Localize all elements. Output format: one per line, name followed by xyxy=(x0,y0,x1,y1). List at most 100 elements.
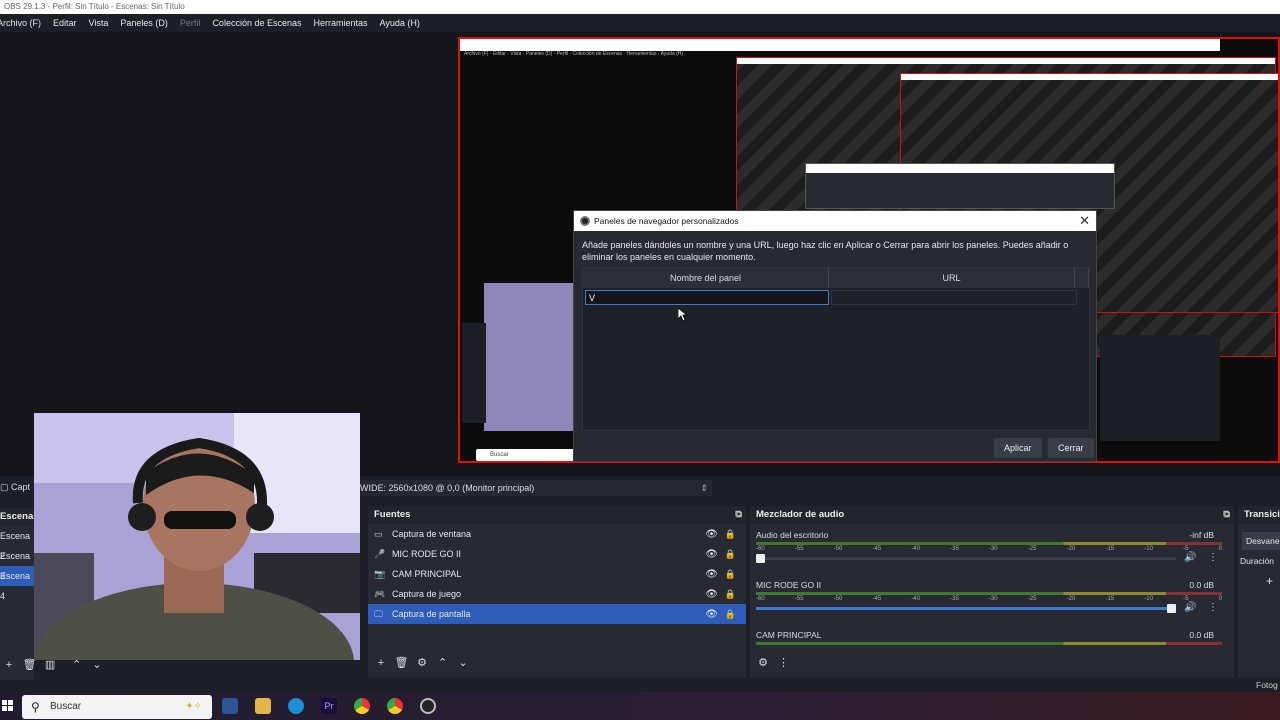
edge-icon[interactable] xyxy=(288,698,304,714)
mini-scenes xyxy=(462,323,486,423)
apply-button[interactable]: Aplicar xyxy=(994,438,1042,458)
menu-ayuda[interactable]: Ayuda (H) xyxy=(380,14,420,32)
more-icon[interactable]: ⋮ xyxy=(1208,602,1218,613)
mini-dialog xyxy=(805,163,1115,209)
scale-tick: -20 xyxy=(1066,546,1076,552)
volume-slider[interactable] xyxy=(756,554,1176,563)
move-down-button[interactable]: ⌄ xyxy=(454,654,472,672)
scale-tick: -35 xyxy=(950,596,959,602)
volume-slider[interactable] xyxy=(756,604,1176,613)
scale-tick: -45 xyxy=(872,546,882,552)
source-label: Captura de pantalla xyxy=(392,609,471,619)
menu-bar: Archivo (F) Editar Vista Paneles (D) Per… xyxy=(0,14,1280,32)
scale-tick: 0 xyxy=(1218,596,1222,602)
eye-icon[interactable]: 👁 xyxy=(705,609,718,620)
more-icon[interactable]: ⋮ xyxy=(775,654,793,672)
gear-icon[interactable]: ⚙ xyxy=(413,654,431,672)
add-source-button[interactable]: + xyxy=(372,654,390,672)
source-label: CAM PRINCIPAL xyxy=(392,569,462,579)
eye-icon[interactable]: 👁 xyxy=(705,549,718,560)
menu-coleccion-escenas[interactable]: Colección de Escenas xyxy=(212,14,301,32)
scale-tick: -25 xyxy=(1027,546,1037,552)
chevron-updown-icon: ⇕ xyxy=(700,483,708,493)
mini-menubar: Archivo (F) · Editar · Vista · Paneles (… xyxy=(464,51,684,57)
source-item[interactable]: 🎮 Captura de juego 👁 🔒 xyxy=(368,584,746,604)
meter-scale: -60 -55 -50 -45 -40 -35 -30 -25 -20 -15 -10 -5 0 xyxy=(756,546,1222,552)
gear-icon[interactable]: ⚙ xyxy=(754,654,772,672)
windows-start-icon[interactable] xyxy=(2,700,14,712)
chrome-icon[interactable] xyxy=(387,698,403,714)
volume-meter xyxy=(756,542,1222,545)
undock-icon[interactable]: ⧉ xyxy=(1223,506,1230,524)
menu-vista[interactable]: Vista xyxy=(89,14,109,32)
scale-tick: -40 xyxy=(911,596,920,602)
mic-icon: 🎤 xyxy=(374,548,386,559)
duration-label: Duración xyxy=(1240,556,1275,566)
custom-browser-docks-dialog: Paneles de navegador personalizados ✕ Añ… xyxy=(573,210,1097,462)
scale-tick: -60 xyxy=(756,546,765,552)
status-fps: Fotog xyxy=(1256,680,1278,690)
menu-paneles[interactable]: Paneles (D) xyxy=(120,14,168,32)
add-scene-button[interactable]: + xyxy=(0,656,18,674)
menu-herramientas[interactable]: Herramientas xyxy=(314,14,368,32)
panels-table: Nombre del panel URL xyxy=(582,267,1090,431)
close-button[interactable]: Cerrar xyxy=(1048,438,1094,458)
chrome-icon[interactable] xyxy=(354,698,370,714)
scale-tick: -45 xyxy=(872,596,882,602)
move-up-button[interactable]: ⌃ xyxy=(434,654,452,672)
panel-url-input[interactable] xyxy=(831,290,1077,305)
scale-tick: -60 xyxy=(756,596,765,602)
mixer-dock-title: Mezclador de audio ⧉ xyxy=(750,506,1234,524)
scale-tick: -40 xyxy=(911,546,920,552)
col-header-url[interactable]: URL xyxy=(829,268,1075,288)
lock-icon[interactable]: 🔒 xyxy=(725,569,736,580)
trash-icon[interactable]: 🗑 xyxy=(393,654,411,672)
eye-icon[interactable]: 👁 xyxy=(705,589,718,600)
undock-icon[interactable]: ⧉ xyxy=(735,506,742,524)
scene-item[interactable]: Escena 2 xyxy=(0,526,34,561)
obs-icon[interactable] xyxy=(420,698,436,714)
lock-icon[interactable]: 🔒 xyxy=(725,609,736,620)
speaker-icon[interactable]: 🔊 xyxy=(1184,552,1196,563)
source-item[interactable]: 🎤 MIC RODE GO II 👁 🔒 xyxy=(368,544,746,564)
source-checkbox-icon[interactable]: ▢ Capt xyxy=(0,482,30,493)
monitor-select[interactable]: WIDE: 2560x1080 @ 0,0 (Monitor principal… xyxy=(356,480,712,496)
premiere-icon[interactable]: Pr xyxy=(321,698,337,714)
scene-item[interactable]: Escena 3 xyxy=(0,546,34,581)
menu-archivo[interactable]: Archivo (F) xyxy=(0,14,41,32)
add-transition-button[interactable]: + xyxy=(1266,574,1280,588)
more-icon[interactable]: ⋮ xyxy=(1208,552,1218,563)
speaker-icon[interactable]: 🔊 xyxy=(1184,602,1196,613)
eye-icon[interactable]: 👁 xyxy=(705,569,718,580)
mini-webcam xyxy=(484,283,576,431)
lock-icon[interactable]: 🔒 xyxy=(725,549,736,560)
channel-name: CAM PRINCIPAL xyxy=(756,630,822,640)
volume-meter xyxy=(756,592,1222,595)
eye-icon[interactable]: 👁 xyxy=(705,529,718,540)
scene-item-selected[interactable]: Escena 4 xyxy=(0,566,34,601)
scale-tick: -50 xyxy=(833,596,843,602)
taskbar-search-label: Buscar xyxy=(50,701,82,712)
source-item[interactable]: 📷 CAM PRINCIPAL 👁 🔒 xyxy=(368,564,746,584)
lock-icon[interactable]: 🔒 xyxy=(725,529,736,540)
sparkle-icon: ✦✧ xyxy=(185,701,202,712)
col-header-name[interactable]: Nombre del panel xyxy=(583,268,829,288)
source-label: Captura de juego xyxy=(392,589,462,599)
word-icon[interactable] xyxy=(222,698,238,714)
menu-perfil[interactable]: Perfil xyxy=(180,14,201,32)
source-item[interactable]: ▭ Captura de ventana 👁 🔒 xyxy=(368,524,746,544)
scale-tick: -15 xyxy=(1105,546,1115,552)
camera-icon: 📷 xyxy=(374,568,386,579)
transitions-title: Transici xyxy=(1238,506,1280,524)
mouse-cursor-icon xyxy=(678,308,688,322)
scenes-dock: Escenas Escena 2 Escena 3 Escena 4 xyxy=(0,508,39,680)
close-icon[interactable]: ✕ xyxy=(1079,211,1090,231)
source-item-selected[interactable]: 🖵 Captura de pantalla 👁 🔒 xyxy=(368,604,746,624)
taskbar-search[interactable]: ⚲ Buscar ✦✧ xyxy=(22,695,212,719)
menu-editar[interactable]: Editar xyxy=(53,14,77,32)
file-explorer-icon[interactable] xyxy=(255,698,271,714)
panel-name-input[interactable] xyxy=(585,290,829,305)
lock-icon[interactable]: 🔒 xyxy=(725,589,736,600)
transition-select[interactable]: Desvane xyxy=(1242,532,1280,550)
scale-tick: 0 xyxy=(1218,546,1222,552)
